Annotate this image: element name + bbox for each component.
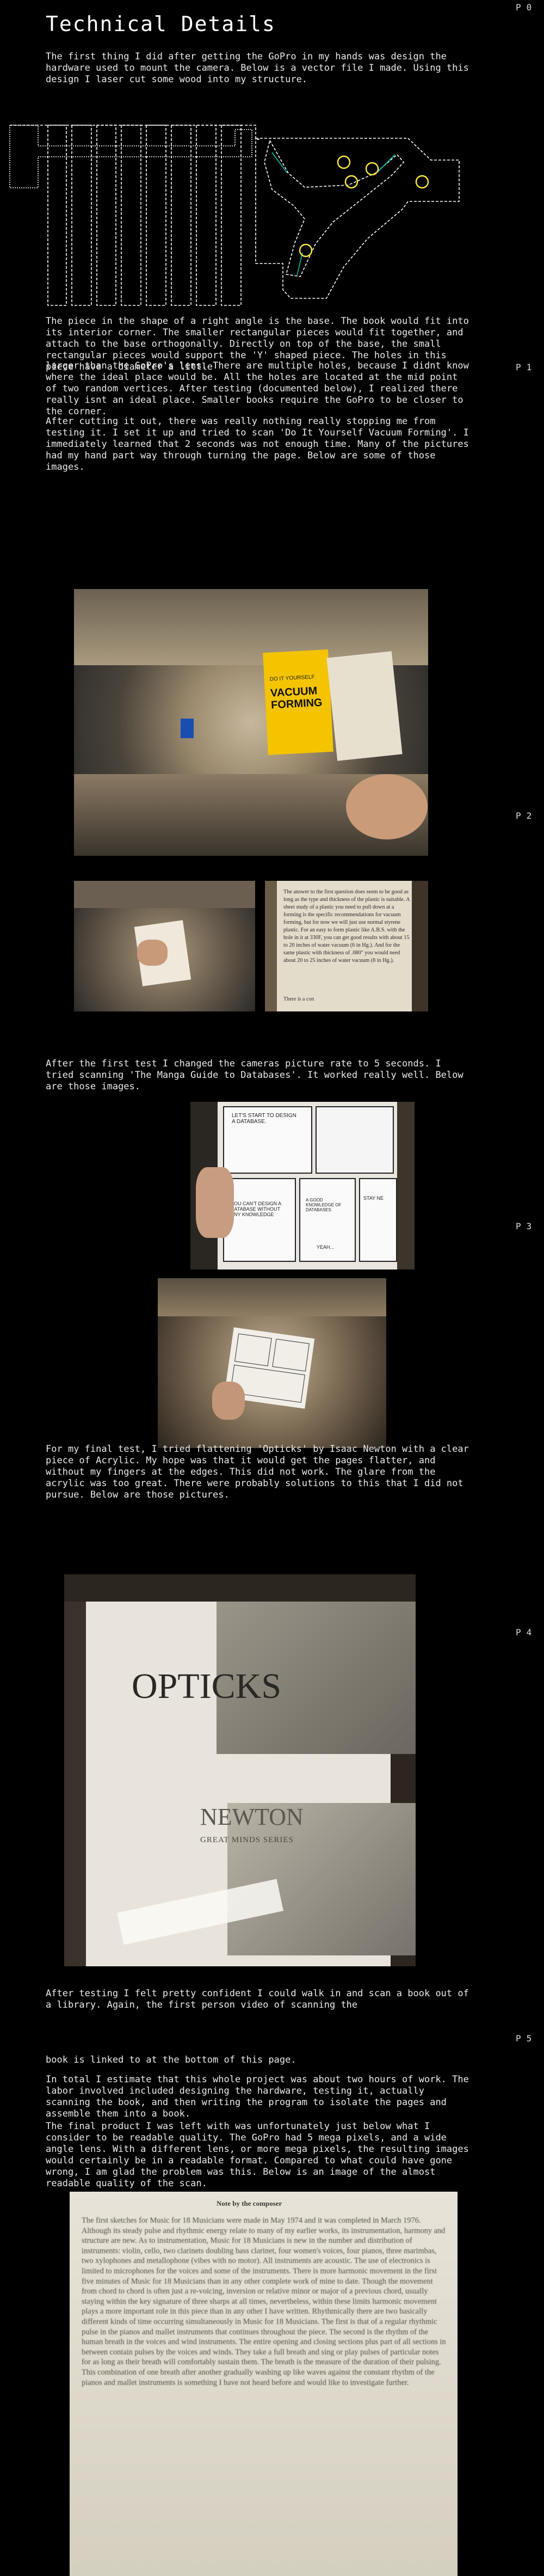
page-marker: P1	[516, 362, 532, 372]
vacuum-forming-test-photo: DO IT YOURSELF VACUUM FORMING	[74, 589, 428, 856]
opticks-title: OPTICKS	[132, 1666, 282, 1706]
manga-scan-photo	[158, 1278, 386, 1448]
manga-panel: YOU CAN'T DESIGN A DATABASE WITHOUT ANY …	[223, 1178, 296, 1262]
manga-panel: LET'S START TO DESIGN A DATABASE.	[223, 1106, 312, 1174]
page-marker: P2	[516, 811, 532, 821]
opticks-acrylic-photo: OPTICKS NEWTON GREAT MINDS SERIES	[64, 1574, 416, 1966]
page-marker: P5	[516, 2033, 532, 2044]
manga-guide-photo: LET'S START TO DESIGN A DATABASE. YOU CA…	[190, 1102, 415, 1269]
hand	[346, 774, 428, 839]
blurred-page-turn-photo	[74, 881, 255, 1011]
manga-test-paragraph: After the first test I changed the camer…	[46, 1058, 463, 1092]
page-marker: P4	[516, 1627, 532, 1637]
holes-paragraph: larger than the GoPro's lens. There are …	[46, 360, 469, 417]
library-paragraph: After testing I felt pretty confident I …	[46, 1988, 469, 2010]
page-title: Technical Details	[46, 12, 276, 36]
vacuum-forming-page-text-photo: The answer to the first question does se…	[265, 881, 428, 1011]
vacuum-forming-book: DO IT YOURSELF VACUUM FORMING	[263, 649, 333, 756]
laser-cut-vector-diagram	[9, 125, 460, 306]
final-scan-photo: Note by the composer The first sketches …	[70, 2192, 458, 2576]
page-marker: P0	[516, 2, 532, 13]
opticks-test-paragraph: For my final test, I tried flattening 'O…	[46, 1444, 469, 1500]
video-link-paragraph: book is linked to at the bottom of this …	[46, 2054, 296, 2065]
page-marker: P3	[516, 1221, 532, 1231]
final-product-paragraph: The final product I was left with was un…	[46, 2121, 469, 2189]
first-test-paragraph: After cutting it out, there was really n…	[46, 416, 469, 473]
labor-paragraph: In total I estimate that this whole proj…	[46, 2074, 469, 2119]
